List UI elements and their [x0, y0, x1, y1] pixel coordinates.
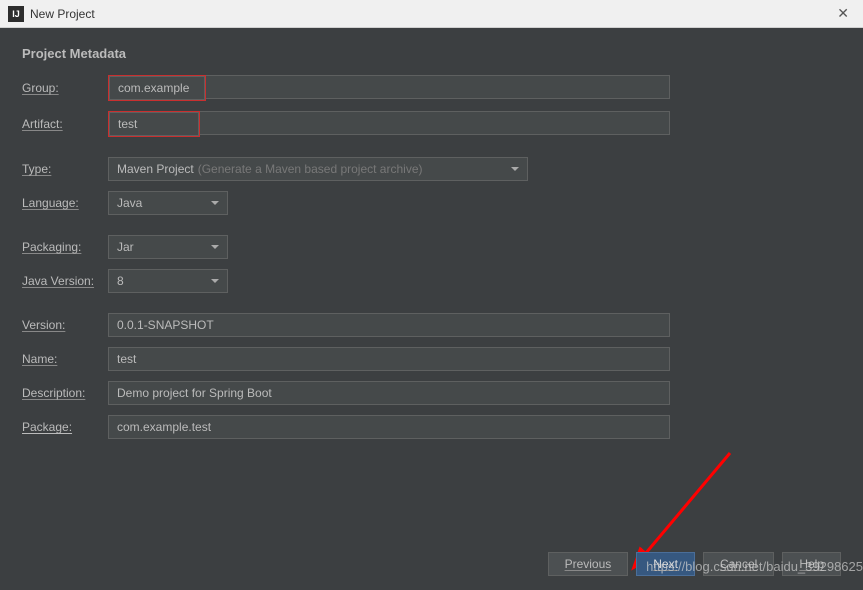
- type-select[interactable]: Maven Project (Generate a Maven based pr…: [108, 157, 528, 181]
- description-input[interactable]: [108, 381, 670, 405]
- type-select-value: Maven Project: [117, 162, 194, 176]
- artifact-label: Artifact:: [22, 117, 108, 131]
- language-label: Language:: [22, 196, 108, 210]
- window-title: New Project: [30, 7, 95, 21]
- group-label: Group:: [22, 81, 108, 95]
- type-label: Type:: [22, 162, 108, 176]
- section-title: Project Metadata: [22, 46, 841, 61]
- previous-button[interactable]: Previous: [548, 552, 629, 576]
- language-select-value: Java: [117, 196, 142, 210]
- watermark-text: https://blog.csdn.net/baidu_39298625: [646, 559, 863, 574]
- java-version-select-value: 8: [117, 274, 124, 288]
- artifact-input-extension[interactable]: [200, 111, 670, 135]
- version-label: Version:: [22, 318, 108, 332]
- packaging-select-value: Jar: [117, 240, 134, 254]
- name-label: Name:: [22, 352, 108, 366]
- packaging-label: Packaging:: [22, 240, 108, 254]
- titlebar: IJ New Project ✕: [0, 0, 863, 28]
- packaging-select[interactable]: Jar: [108, 235, 228, 259]
- close-icon[interactable]: ✕: [831, 5, 855, 22]
- java-version-select[interactable]: 8: [108, 269, 228, 293]
- group-input-extension[interactable]: [206, 75, 670, 99]
- artifact-input[interactable]: [109, 112, 199, 136]
- name-input[interactable]: [108, 347, 670, 371]
- dialog-content: Project Metadata Group: Artifact: Type: …: [0, 28, 863, 590]
- version-input[interactable]: [108, 313, 670, 337]
- package-input[interactable]: [108, 415, 670, 439]
- java-version-label: Java Version:: [22, 274, 108, 288]
- group-input[interactable]: [109, 76, 205, 100]
- language-select[interactable]: Java: [108, 191, 228, 215]
- app-icon: IJ: [8, 6, 24, 22]
- package-label: Package:: [22, 420, 108, 434]
- description-label: Description:: [22, 386, 108, 400]
- type-select-hint: (Generate a Maven based project archive): [198, 162, 423, 176]
